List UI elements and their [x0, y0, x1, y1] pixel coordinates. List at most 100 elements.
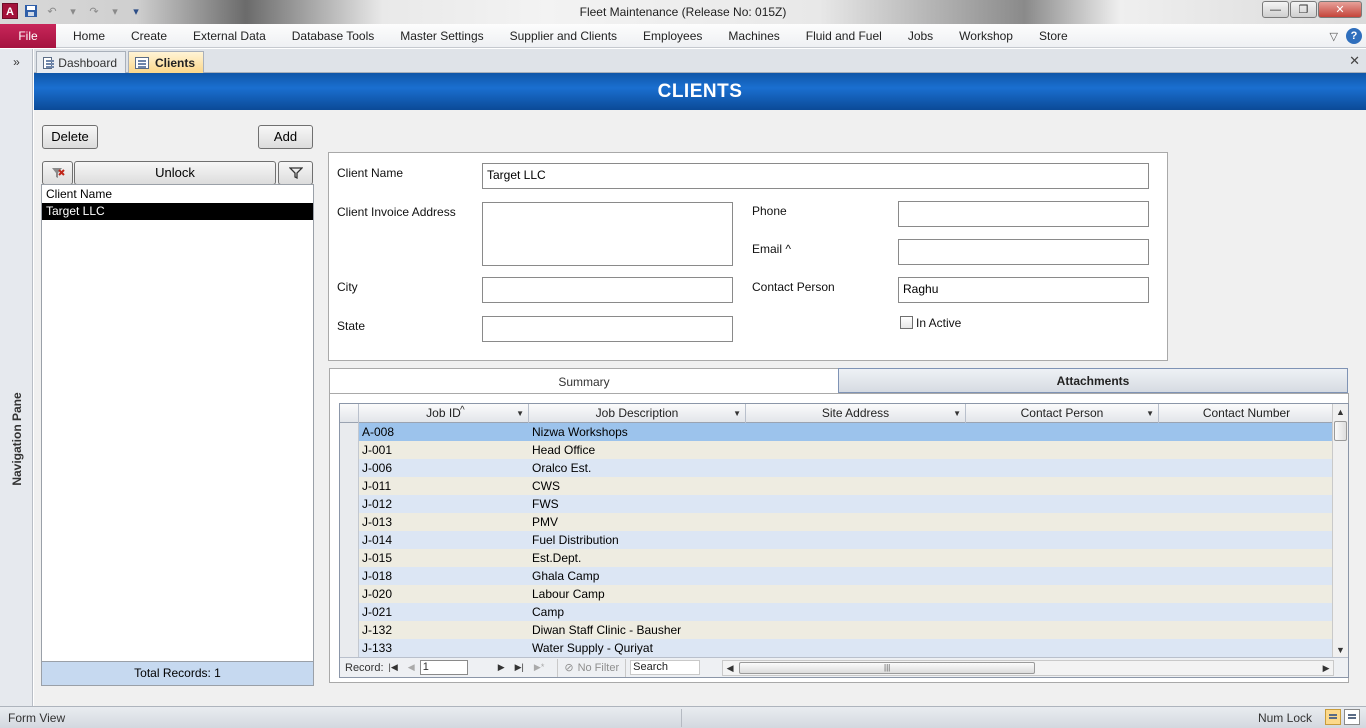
cell-contact-number[interactable]: [1159, 477, 1334, 495]
table-row[interactable]: A-008 Nizwa Workshops: [340, 423, 1334, 441]
cell-contact-number[interactable]: [1159, 531, 1334, 549]
cell-site-address[interactable]: [746, 531, 966, 549]
table-row[interactable]: J-132 Diwan Staff Clinic - Bausher: [340, 621, 1334, 639]
tab-create[interactable]: Create: [118, 24, 180, 48]
cell-contact-person[interactable]: [966, 549, 1159, 567]
row-selector[interactable]: [340, 531, 359, 549]
column-contact-number[interactable]: Contact Number: [1159, 404, 1334, 423]
search-input[interactable]: Search: [630, 660, 701, 675]
cell-job-id[interactable]: A-008: [359, 423, 529, 441]
row-selector[interactable]: [340, 585, 359, 603]
cell-job-description[interactable]: Water Supply - Quriyat: [529, 639, 746, 657]
cell-site-address[interactable]: [746, 639, 966, 657]
cell-job-id[interactable]: J-018: [359, 567, 529, 585]
column-dropdown-icon[interactable]: ▼: [516, 405, 524, 423]
cell-site-address[interactable]: [746, 423, 966, 441]
previous-record-icon[interactable]: ◀: [408, 662, 415, 673]
row-selector[interactable]: [340, 603, 359, 621]
new-record-icon[interactable]: ▶*: [534, 662, 544, 673]
cell-job-description[interactable]: Camp: [529, 603, 746, 621]
row-selector[interactable]: [340, 549, 359, 567]
table-row[interactable]: J-014 Fuel Distribution: [340, 531, 1334, 549]
client-list-item[interactable]: Target LLC: [42, 203, 313, 220]
unlock-button[interactable]: Unlock: [74, 161, 276, 185]
row-selector[interactable]: [340, 423, 359, 441]
table-row[interactable]: J-020 Labour Camp: [340, 585, 1334, 603]
cell-site-address[interactable]: [746, 603, 966, 621]
tab-employees[interactable]: Employees: [630, 24, 715, 48]
row-selector[interactable]: [340, 567, 359, 585]
cell-contact-number[interactable]: [1159, 603, 1334, 621]
state-field[interactable]: [482, 316, 733, 342]
tab-summary[interactable]: Summary: [329, 368, 839, 394]
cell-contact-person[interactable]: [966, 621, 1159, 639]
cell-contact-person[interactable]: [966, 459, 1159, 477]
close-document-icon[interactable]: ✕: [1349, 53, 1360, 69]
cell-contact-number[interactable]: [1159, 621, 1334, 639]
table-row[interactable]: J-015 Est.Dept.: [340, 549, 1334, 567]
scroll-thumb[interactable]: [1334, 421, 1347, 441]
table-row[interactable]: J-001 Head Office: [340, 441, 1334, 459]
cell-job-id[interactable]: J-001: [359, 441, 529, 459]
table-row[interactable]: J-006 Oralco Est.: [340, 459, 1334, 477]
row-selector[interactable]: [340, 639, 359, 657]
form-view-icon[interactable]: [1325, 709, 1341, 725]
client-name-field[interactable]: Target LLC: [482, 163, 1149, 189]
doc-tab-dashboard[interactable]: Dashboard: [36, 51, 126, 73]
cell-job-description[interactable]: PMV: [529, 513, 746, 531]
delete-button[interactable]: Delete: [42, 125, 98, 149]
select-all-corner[interactable]: [340, 404, 359, 423]
record-number-input[interactable]: 1: [419, 660, 468, 675]
cell-job-id[interactable]: J-012: [359, 495, 529, 513]
cell-contact-person[interactable]: [966, 477, 1159, 495]
cell-job-id[interactable]: J-006: [359, 459, 529, 477]
cell-contact-person[interactable]: [966, 639, 1159, 657]
cell-site-address[interactable]: [746, 459, 966, 477]
cell-contact-number[interactable]: [1159, 459, 1334, 477]
scroll-thumb[interactable]: |||: [739, 661, 1036, 674]
contact-person-field[interactable]: Raghu: [898, 277, 1149, 303]
jobs-datasheet[interactable]: Job ID ^ ▼ Job Description ▼ Site Addres…: [339, 403, 1349, 678]
row-selector[interactable]: [340, 513, 359, 531]
column-contact-person[interactable]: Contact Person ▼: [966, 404, 1159, 423]
table-row[interactable]: J-021 Camp: [340, 603, 1334, 621]
tab-database-tools[interactable]: Database Tools: [279, 24, 388, 48]
cell-job-id[interactable]: J-015: [359, 549, 529, 567]
tab-store[interactable]: Store: [1026, 24, 1081, 48]
column-site-address[interactable]: Site Address ▼: [746, 404, 966, 423]
table-row[interactable]: J-011 CWS: [340, 477, 1334, 495]
last-record-icon[interactable]: ▶|: [515, 662, 524, 673]
restore-button[interactable]: ❐: [1290, 1, 1317, 18]
email-field[interactable]: [898, 239, 1149, 265]
cell-job-id[interactable]: J-132: [359, 621, 529, 639]
row-selector[interactable]: [340, 477, 359, 495]
cell-job-id[interactable]: J-020: [359, 585, 529, 603]
clear-filter-button[interactable]: [42, 161, 73, 185]
tab-workshop[interactable]: Workshop: [946, 24, 1026, 48]
client-list[interactable]: Client Name Target LLC: [41, 184, 314, 662]
minimize-button[interactable]: —: [1262, 1, 1289, 18]
cell-job-description[interactable]: Fuel Distribution: [529, 531, 746, 549]
help-icon[interactable]: ?: [1346, 28, 1362, 44]
table-row[interactable]: J-018 Ghala Camp: [340, 567, 1334, 585]
cell-job-description[interactable]: Nizwa Workshops: [529, 423, 746, 441]
cell-job-description[interactable]: Labour Camp: [529, 585, 746, 603]
row-selector[interactable]: [340, 495, 359, 513]
doc-tab-clients[interactable]: Clients: [128, 51, 204, 73]
scroll-left-icon[interactable]: ◀: [723, 661, 737, 675]
cell-contact-number[interactable]: [1159, 495, 1334, 513]
scroll-right-icon[interactable]: ▶: [1319, 661, 1333, 675]
cell-contact-person[interactable]: [966, 531, 1159, 549]
tab-fluid-and-fuel[interactable]: Fluid and Fuel: [793, 24, 895, 48]
cell-contact-number[interactable]: [1159, 513, 1334, 531]
cell-job-id[interactable]: J-133: [359, 639, 529, 657]
row-selector[interactable]: [340, 441, 359, 459]
cell-site-address[interactable]: [746, 477, 966, 495]
table-row[interactable]: J-013 PMV: [340, 513, 1334, 531]
cell-contact-number[interactable]: [1159, 639, 1334, 657]
cell-site-address[interactable]: [746, 549, 966, 567]
cell-contact-person[interactable]: [966, 567, 1159, 585]
cell-contact-person[interactable]: [966, 513, 1159, 531]
expand-nav-icon[interactable]: »: [0, 55, 33, 69]
cell-contact-number[interactable]: [1159, 549, 1334, 567]
